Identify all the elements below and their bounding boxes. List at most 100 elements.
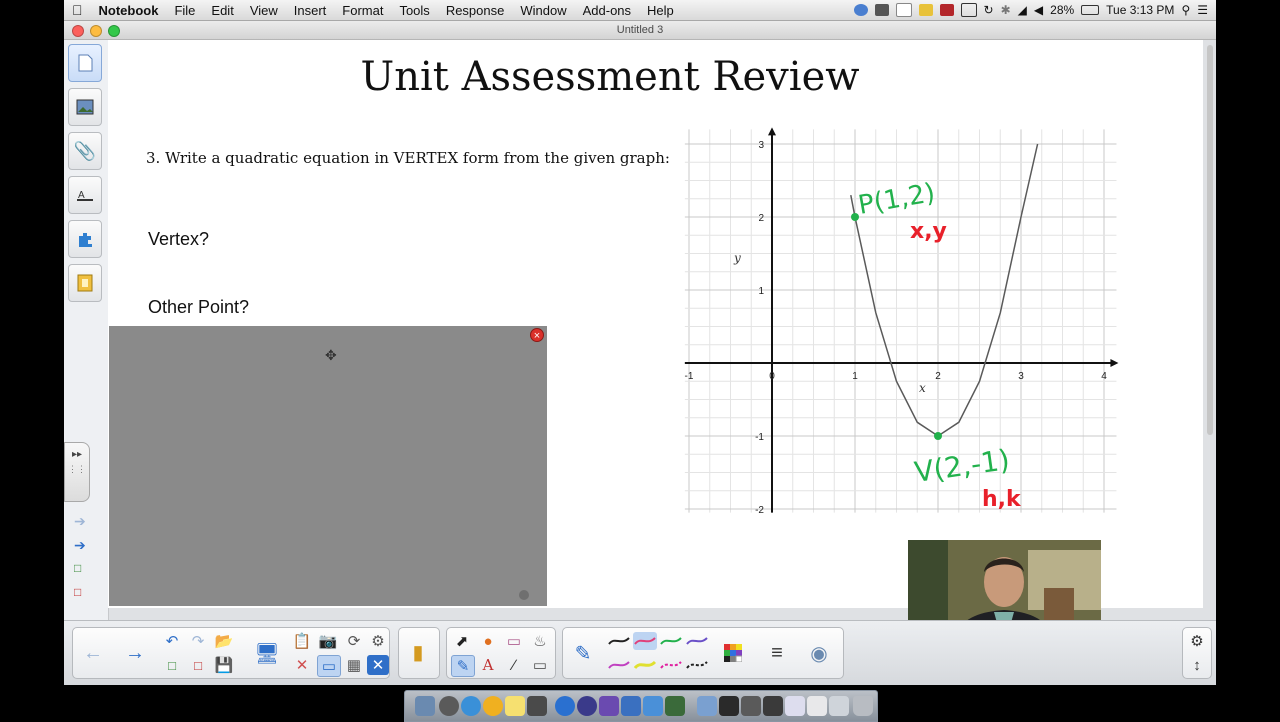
dock-finder-icon[interactable] — [415, 696, 435, 716]
bluetooth-icon[interactable]: ✱ — [1001, 3, 1011, 17]
rotate-button[interactable]: ⟳ — [343, 631, 365, 651]
delete-button[interactable]: ✕ — [291, 655, 313, 675]
dock-document-icon[interactable] — [785, 696, 805, 716]
clock[interactable]: Tue 3:13 PM — [1106, 3, 1174, 17]
page-sorter-tab[interactable] — [68, 44, 102, 82]
forward-button[interactable]: → — [117, 633, 153, 673]
magic-pen-button[interactable]: ▭ — [529, 655, 551, 675]
pen-dashed-magenta-icon[interactable] — [659, 656, 683, 674]
add-page-button[interactable]: □ — [161, 655, 183, 675]
pens-tool-button[interactable]: ✎ — [451, 655, 475, 677]
redo-button[interactable]: ↷ — [187, 631, 209, 651]
shapes-tool-button[interactable]: ● — [477, 631, 499, 651]
previous-page-icon[interactable]: ➔ — [74, 513, 86, 530]
apple-icon[interactable]:  — [64, 2, 91, 18]
dock-folder-icon[interactable] — [697, 696, 717, 716]
paste-button[interactable]: 📋 — [291, 631, 313, 651]
pen-magenta-icon[interactable] — [607, 656, 631, 674]
add-ons-tab[interactable] — [68, 220, 102, 258]
time-machine-icon[interactable]: ↻ — [984, 3, 994, 17]
dock-smart-icon[interactable] — [665, 696, 685, 716]
display-toggle-button[interactable]: 🖥 — [249, 633, 285, 673]
menu-format[interactable]: Format — [334, 3, 391, 18]
delete-page-icon[interactable]: □ — [74, 585, 81, 599]
line-tool-button[interactable]: ∕ — [503, 655, 525, 675]
transparency-button[interactable]: ◉ — [801, 633, 837, 673]
table-button[interactable]: ▦ — [343, 655, 365, 675]
pen-dashed-black-icon[interactable] — [685, 656, 709, 674]
menu-response[interactable]: Response — [438, 3, 513, 18]
screen-shade-button[interactable]: ▭ — [317, 655, 341, 677]
next-page-icon[interactable]: ➔ — [74, 537, 86, 554]
vertical-scrollbar[interactable] — [1207, 45, 1213, 435]
menu-add-ons[interactable]: Add-ons — [575, 3, 639, 18]
menu-view[interactable]: View — [242, 3, 286, 18]
menu-app-name[interactable]: Notebook — [91, 3, 167, 18]
zoom-window-button[interactable] — [108, 25, 120, 37]
expand-tools-icon[interactable]: ▸▸ — [65, 449, 89, 460]
spell-check-button[interactable]: ⚙ — [367, 631, 389, 651]
menu-file[interactable]: File — [166, 3, 203, 18]
airplay-icon[interactable] — [960, 3, 977, 17]
dock-terminal-icon[interactable] — [719, 696, 739, 716]
add-page-icon[interactable]: □ — [74, 561, 81, 575]
floating-tools-panel[interactable]: ▸▸ ⋮⋮ — [64, 442, 90, 502]
pen-purple-icon[interactable] — [685, 632, 709, 650]
lesson-activity-tab[interactable] — [68, 264, 102, 302]
pen-yellow-icon[interactable] — [633, 656, 657, 674]
google-icon[interactable] — [895, 3, 912, 17]
undo-button[interactable]: ↶ — [161, 631, 183, 651]
menu-window[interactable]: Window — [512, 3, 574, 18]
spotlight-icon[interactable]: ⚲ — [1181, 3, 1190, 17]
activity-builder-button[interactable]: ▮ — [400, 632, 436, 672]
screen-shade[interactable] — [109, 326, 547, 606]
minimize-window-button[interactable] — [90, 25, 102, 37]
dock-system-icon[interactable] — [577, 696, 597, 716]
close-window-button[interactable] — [72, 25, 84, 37]
battery-percent[interactable]: 28% — [1050, 3, 1074, 17]
notification-center-icon[interactable]: ☰ — [1197, 3, 1208, 17]
line-style-button[interactable]: ≡ — [759, 633, 795, 673]
text-tool-button[interactable]: A — [477, 655, 499, 675]
pen-properties-button[interactable]: ✎ — [565, 633, 601, 673]
dock-notes-icon[interactable] — [643, 696, 663, 716]
dock-stickies-icon[interactable] — [505, 696, 525, 716]
menu-tools[interactable]: Tools — [391, 3, 437, 18]
pen-green-icon[interactable] — [659, 632, 683, 650]
color-palette-button[interactable] — [715, 633, 751, 673]
dock-window-2-icon[interactable] — [829, 696, 849, 716]
dock-app-icon[interactable] — [527, 696, 547, 716]
dock-word-icon[interactable] — [621, 696, 641, 716]
dock-display-icon[interactable] — [741, 696, 761, 716]
move-handle-icon[interactable]: ✥ — [325, 347, 337, 364]
resize-handle-icon[interactable] — [519, 590, 529, 600]
dock-trash-icon[interactable] — [853, 696, 873, 716]
close-box-button[interactable]: ✕ — [367, 655, 389, 675]
battery-icon[interactable] — [1081, 5, 1100, 15]
dock-launchpad-icon[interactable] — [439, 696, 459, 716]
attachments-tab[interactable]: 📎 — [68, 132, 102, 170]
sync-icon[interactable] — [853, 4, 868, 16]
screen-capture-button[interactable]: 📷 — [317, 631, 339, 651]
open-file-button[interactable]: 📂 — [213, 631, 235, 651]
back-button[interactable]: ← — [75, 633, 111, 673]
eraser-tool-button[interactable]: ▭ — [503, 631, 525, 651]
menu-help[interactable]: Help — [639, 3, 682, 18]
dock-star-icon[interactable] — [599, 696, 619, 716]
dock-safari-icon[interactable] — [461, 696, 481, 716]
drive-icon[interactable] — [874, 4, 889, 16]
settings-gear-icon[interactable]: ⚙ — [1186, 631, 1208, 651]
dock-app-store-icon[interactable] — [555, 696, 575, 716]
record-icon[interactable] — [939, 4, 954, 16]
close-shade-icon[interactable]: × — [530, 328, 544, 342]
notes-icon[interactable] — [918, 4, 933, 16]
select-tool-button[interactable]: ⬈ — [451, 631, 473, 651]
save-button[interactable]: 💾 — [213, 655, 235, 675]
gallery-tab[interactable] — [68, 88, 102, 126]
menu-insert[interactable]: Insert — [286, 3, 335, 18]
fill-tool-button[interactable]: ♨ — [529, 631, 551, 651]
wifi-icon[interactable]: ◢ — [1018, 3, 1027, 17]
volume-icon[interactable]: ◀ — [1034, 3, 1043, 17]
pen-pink-icon[interactable] — [633, 632, 657, 650]
dock-document-2-icon[interactable] — [807, 696, 827, 716]
